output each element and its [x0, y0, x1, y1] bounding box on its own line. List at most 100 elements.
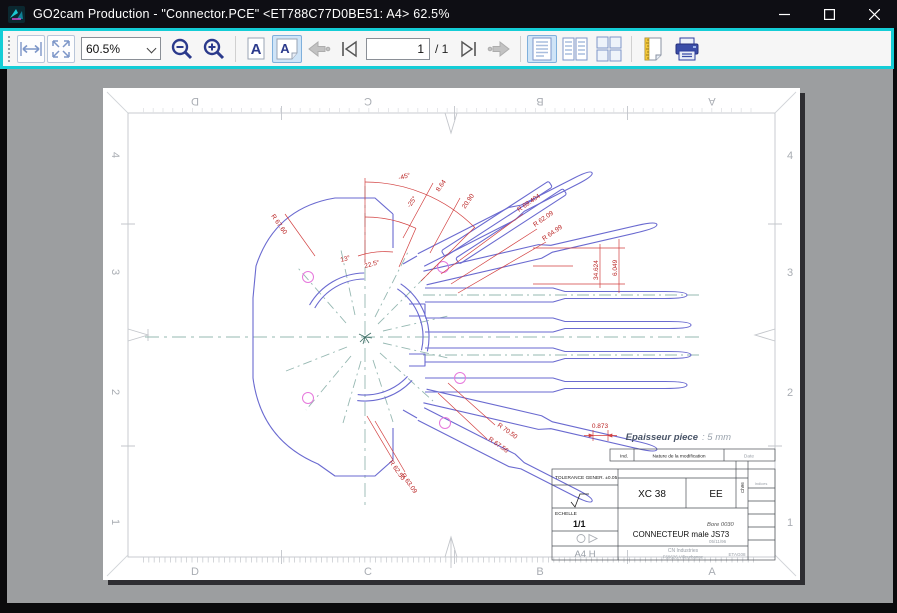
preview-workspace[interactable]: D C B A D C B A 4 3 2 1 4 3 2 1 [7, 69, 893, 603]
portrait-page-icon: A [246, 37, 266, 61]
toolbar-grip[interactable] [7, 36, 12, 62]
svg-text:13°: 13° [339, 254, 351, 264]
svg-text:4: 4 [787, 150, 793, 162]
svg-text:D: D [191, 95, 199, 107]
single-page-layout-button[interactable] [527, 35, 557, 63]
svg-text:A: A [280, 41, 290, 56]
svg-text:R 67.60: R 67.60 [269, 213, 288, 236]
previous-view-icon [307, 40, 331, 58]
single-page-layout-icon [530, 36, 554, 62]
svg-text:CONNECTEUR male JS73: CONNECTEUR male JS73 [633, 530, 730, 539]
svg-text:R 67.56: R 67.56 [487, 436, 510, 455]
svg-text:2: 2 [109, 389, 121, 395]
svg-text:: 5 mm: : 5 mm [702, 432, 731, 443]
zoom-in-button[interactable] [199, 35, 229, 63]
zoom-level-value: 60.5% [86, 42, 120, 56]
svg-text:Nature de la modification: Nature de la modification [652, 454, 705, 460]
landscape-page-button[interactable]: A [272, 35, 302, 63]
sheet-frame [107, 92, 796, 576]
page-setup-button[interactable] [638, 35, 668, 63]
page-total-label: / 1 [435, 42, 448, 56]
print-preview-toolbar: 60.5% A [0, 28, 894, 69]
next-view-icon [487, 40, 511, 58]
first-page-icon [340, 40, 360, 58]
close-button[interactable] [852, 0, 897, 28]
zoom-level-select[interactable]: 60.5% [81, 37, 161, 60]
svg-text:A: A [708, 95, 716, 107]
svg-text:Bore 0030: Bore 0030 [707, 522, 735, 528]
svg-text:6.049: 6.049 [612, 259, 619, 276]
svg-text:34.624: 34.624 [593, 260, 600, 280]
svg-text:Indices: Indices [755, 481, 768, 486]
print-icon [673, 36, 701, 62]
svg-text:CN Industries: CN Industries [668, 548, 699, 554]
svg-text:0.873: 0.873 [592, 423, 609, 430]
svg-text:R 70.50: R 70.50 [496, 422, 519, 441]
svg-text:C: C [364, 95, 372, 107]
projection-symbol-icon [577, 535, 597, 543]
centerlines [145, 186, 703, 510]
svg-text:-45°: -45° [397, 171, 411, 182]
svg-text:ETAG08: ETAG08 [729, 552, 746, 557]
maximize-button[interactable] [807, 0, 852, 28]
svg-text:ECHELLE: ECHELLE [555, 511, 577, 517]
svg-text:Ch96: Ch96 [740, 482, 745, 493]
svg-text:3: 3 [109, 269, 121, 275]
next-view-button[interactable] [484, 35, 514, 63]
svg-text:20.90: 20.90 [461, 192, 476, 210]
page-number-input[interactable] [366, 38, 430, 60]
first-page-button[interactable] [336, 35, 364, 63]
dimension-labels: -45° -25° 8.64 20.90 R 69.404 R 62.09 R … [269, 171, 619, 495]
previous-view-button[interactable] [304, 35, 334, 63]
title-block: Ind. Nature de la modification Date TOLE… [552, 449, 775, 560]
svg-text:3: 3 [787, 267, 793, 279]
two-page-layout-button[interactable] [559, 35, 591, 63]
svg-text:A4 H: A4 H [574, 549, 595, 560]
svg-text:22.5°: 22.5° [363, 258, 380, 270]
fit-width-icon [20, 40, 42, 58]
fit-page-icon [51, 40, 71, 58]
svg-text:XC 38: XC 38 [638, 489, 666, 500]
svg-text:1: 1 [787, 517, 793, 529]
fit-page-button[interactable] [47, 35, 75, 63]
toolbar-separator [631, 36, 632, 62]
app-window: GO2cam Production - "Connector.PCE" <ET7… [0, 0, 897, 613]
chevron-down-icon [148, 45, 156, 53]
svg-text:C: C [364, 566, 372, 578]
svg-text:A: A [251, 41, 262, 58]
minimize-button[interactable] [762, 0, 807, 28]
svg-text:F69626 Villeurbanne: F69626 Villeurbanne [663, 555, 704, 560]
landscape-page-icon: A [275, 37, 299, 61]
hole-markers [303, 262, 466, 429]
fit-width-button[interactable] [17, 35, 45, 63]
svg-text:D: D [191, 566, 199, 578]
connector-drawing: D C B A D C B A 4 3 2 1 4 3 2 1 [103, 88, 800, 580]
app-logo-icon [8, 6, 25, 23]
zoom-out-icon [170, 37, 194, 61]
svg-text:EE: EE [709, 489, 723, 500]
print-button[interactable] [670, 35, 704, 63]
svg-text:TOLERANCE GENER. ±0.05: TOLERANCE GENER. ±0.05 [555, 475, 618, 481]
four-page-layout-button[interactable] [593, 35, 625, 63]
svg-text:8.64: 8.64 [435, 178, 448, 193]
svg-text:R 63.09: R 63.09 [399, 472, 418, 495]
svg-text:05/11/96: 05/11/96 [709, 539, 727, 544]
zoom-in-icon [202, 37, 226, 61]
toolbar-separator [235, 36, 236, 62]
last-page-button[interactable] [454, 35, 482, 63]
svg-text:R 62.09: R 62.09 [532, 210, 555, 229]
thickness-note: Epaisseur piece : 5 mm [626, 432, 731, 443]
svg-text:B: B [536, 95, 543, 107]
svg-text:Epaisseur piece: Epaisseur piece [626, 432, 699, 443]
titlebar: GO2cam Production - "Connector.PCE" <ET7… [0, 0, 897, 28]
portrait-page-button[interactable]: A [242, 35, 270, 63]
two-page-layout-icon [562, 36, 588, 62]
window-title: GO2cam Production - "Connector.PCE" <ET7… [33, 7, 450, 21]
frame-zone-labels: D C B A D C B A 4 3 2 1 4 3 2 1 [109, 95, 793, 578]
svg-text:A: A [708, 566, 716, 578]
svg-text:Date: Date [744, 454, 754, 460]
svg-text:1: 1 [109, 519, 121, 525]
last-page-icon [458, 40, 478, 58]
page-setup-ruler-icon [641, 36, 665, 62]
zoom-out-button[interactable] [167, 35, 197, 63]
